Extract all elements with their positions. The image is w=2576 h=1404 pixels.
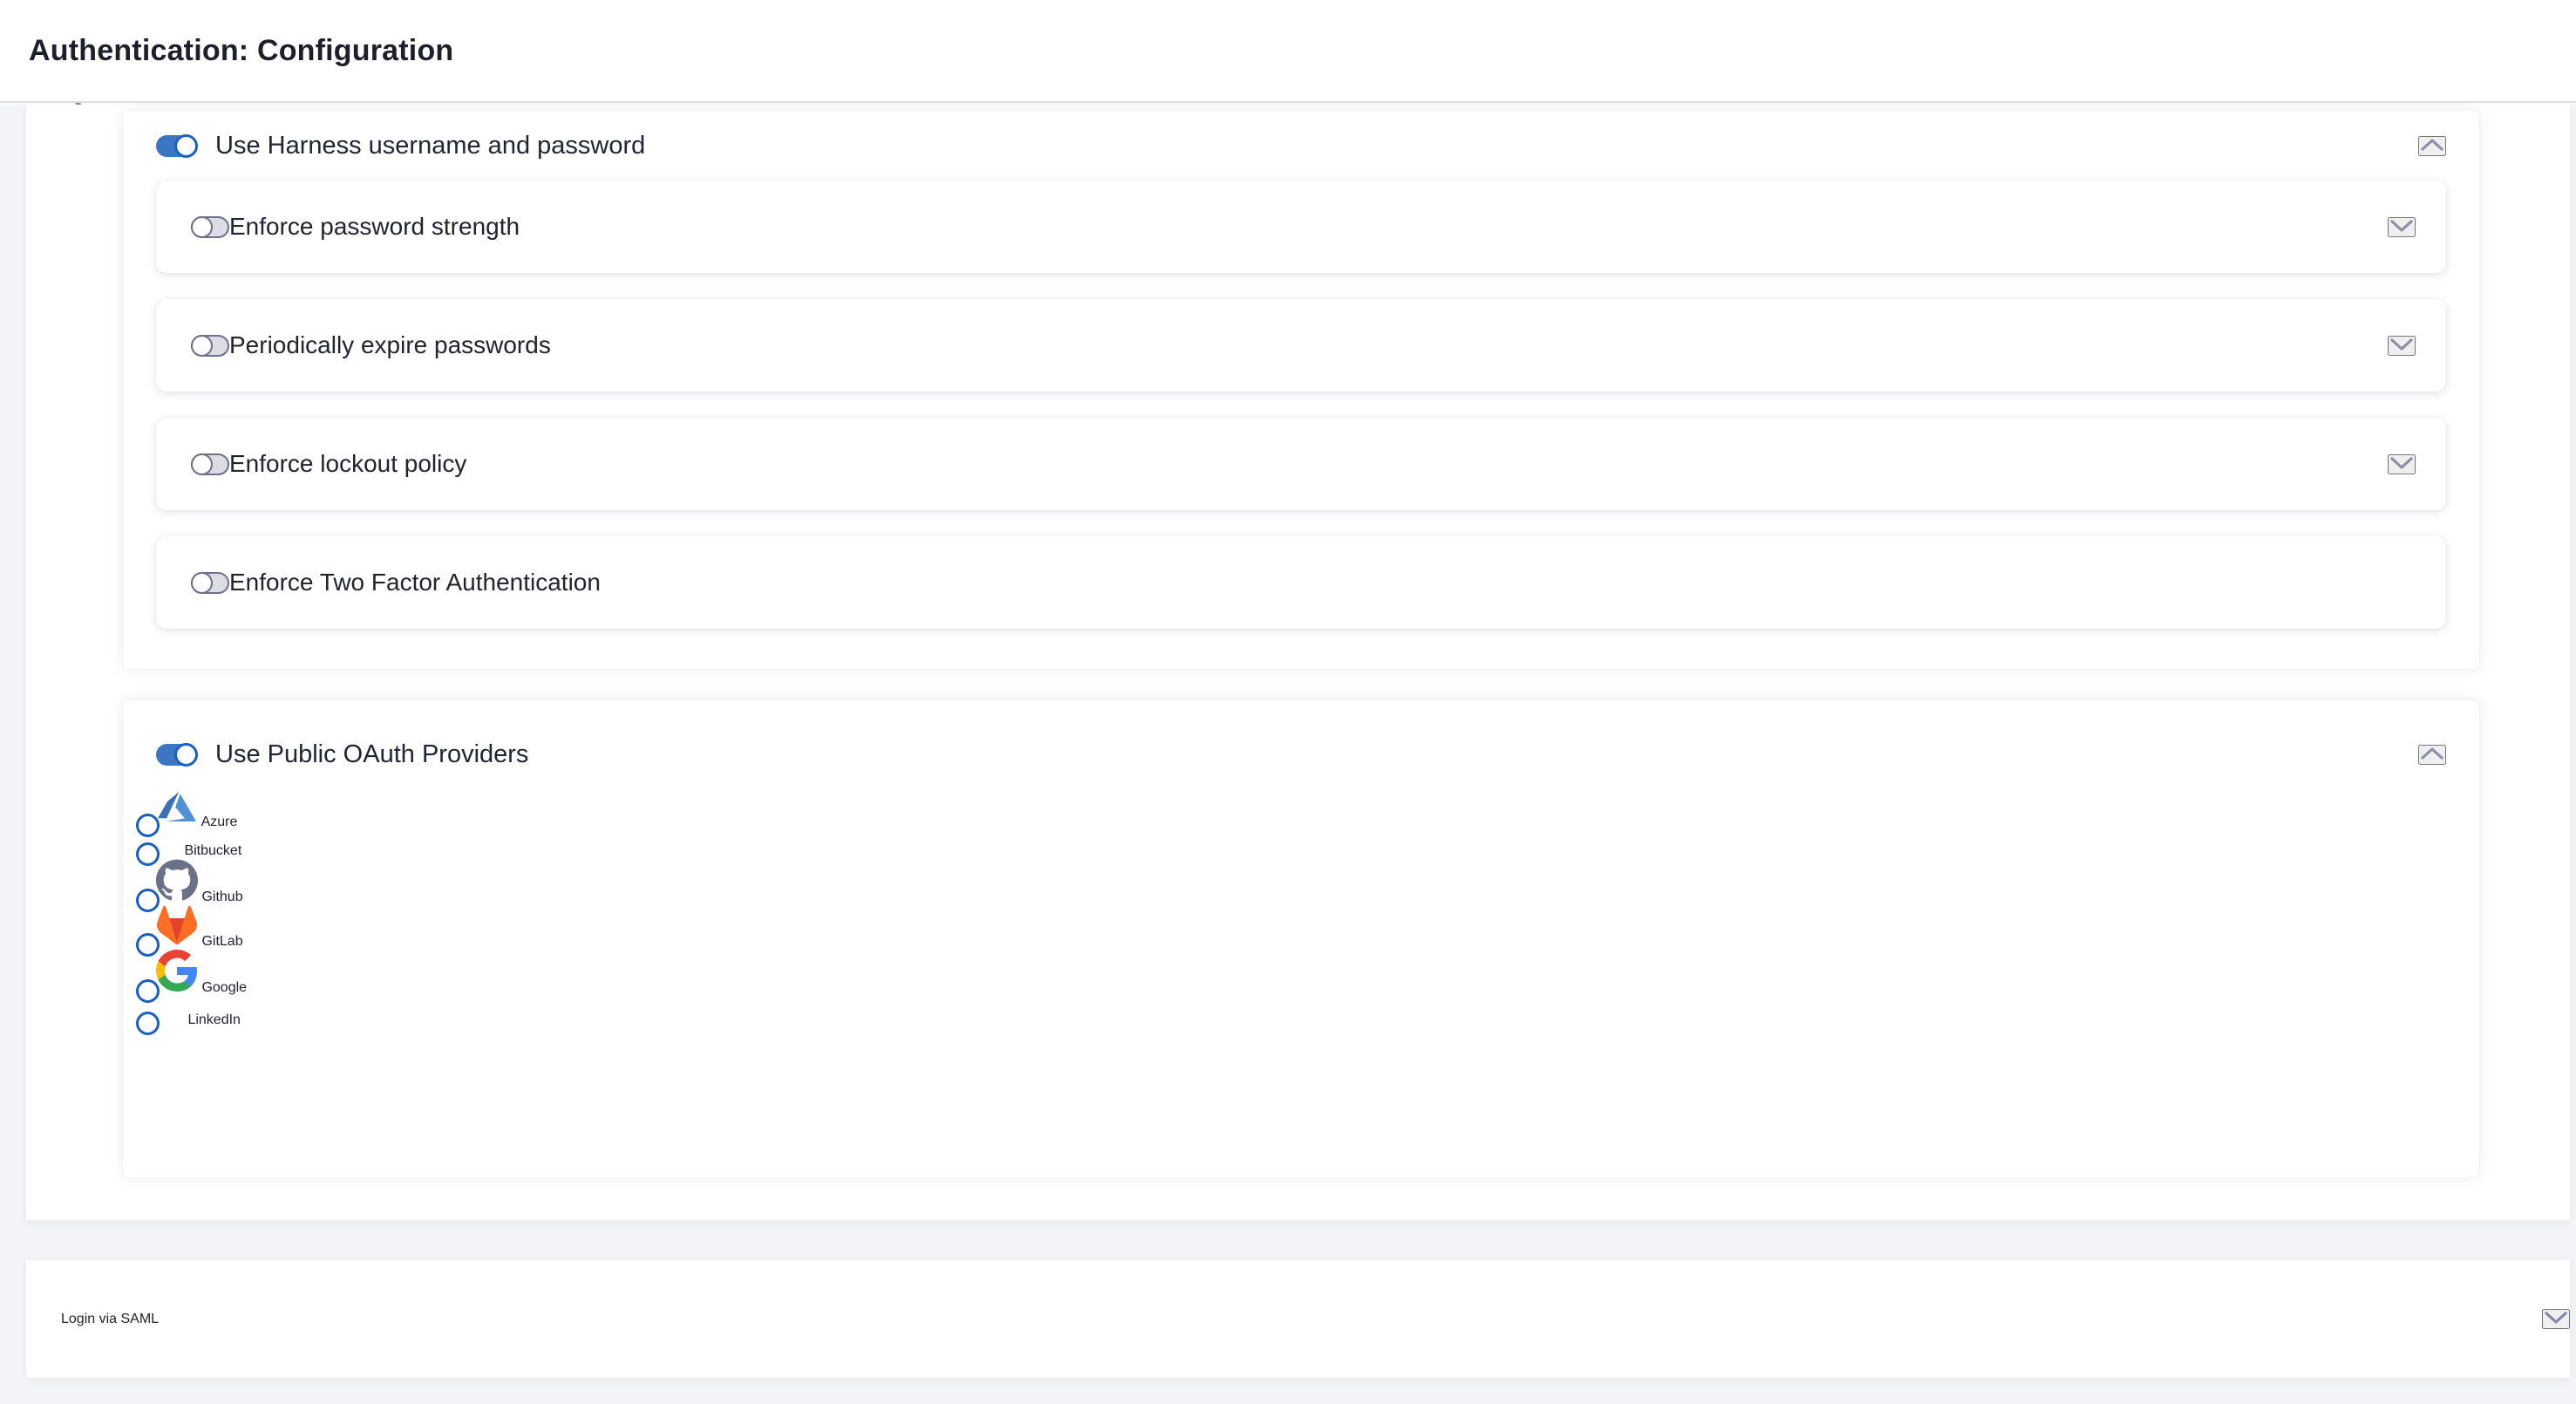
two-factor-toggle[interactable] [191, 572, 229, 594]
username-password-card: Use Harness username and password Enforc… [122, 110, 2480, 670]
saml-label: Login via SAML [61, 1312, 159, 1327]
authentication-configuration-page: { "header": { "title": "Authentication: … [0, 0, 2576, 1404]
chevron-down-icon [2389, 219, 2414, 233]
toggle-knob [136, 933, 160, 957]
toggle-knob [191, 453, 213, 475]
oauth-item-google: Google [156, 950, 2446, 996]
collapse-section-button[interactable] [2418, 745, 2446, 765]
azure-icon [156, 814, 201, 829]
option-row-expire-passwords: Periodically expire passwords [156, 299, 2446, 392]
expand-option-button[interactable] [2388, 217, 2416, 237]
provider-label: Bitbucket [184, 843, 241, 858]
toggle-knob [174, 134, 198, 158]
username-password-label: Use Harness username and password [215, 132, 645, 160]
provider-label: Google [201, 980, 247, 995]
expand-option-button[interactable] [2388, 454, 2416, 474]
provider-label: Azure [201, 814, 238, 829]
github-icon [156, 889, 201, 904]
lockout-policy-toggle[interactable] [191, 453, 229, 475]
option-label: Enforce lockout policy [229, 450, 466, 478]
toggle-knob [136, 979, 160, 1003]
oauth-item-github: Github [156, 859, 2446, 905]
chevron-down-icon [2389, 456, 2414, 470]
option-row-password-strength: Enforce password strength [156, 181, 2446, 273]
expand-option-button[interactable] [2388, 336, 2416, 356]
chevron-down-icon [2544, 1311, 2568, 1325]
collapse-section-button[interactable] [2418, 136, 2446, 156]
option-row-lockout-policy: Enforce lockout policy [156, 418, 2446, 510]
option-label: Enforce Two Factor Authentication [229, 569, 601, 596]
gitlab-icon [156, 934, 201, 949]
oauth-providers-card: Use Public OAuth Providers Azure [122, 699, 2480, 1178]
linkedin-icon [156, 1012, 187, 1027]
chevron-up-icon [2420, 746, 2444, 760]
expire-passwords-toggle[interactable] [191, 335, 229, 357]
oauth-item-bitbucket: Bitbucket [156, 830, 2446, 859]
expand-saml-button[interactable] [2542, 1309, 2570, 1329]
toggle-knob [136, 889, 160, 912]
provider-label: Github [201, 889, 242, 904]
username-password-header: Use Harness username and password [156, 111, 2446, 181]
oauth-item-linkedin: LinkedIn [156, 996, 2446, 1028]
page-header: Authentication: Configuration [0, 0, 2576, 103]
oauth-item-azure: Azure [156, 787, 2446, 830]
toggle-knob [191, 216, 213, 238]
oauth-header: Use Public OAuth Providers [156, 721, 2446, 787]
oauth-item-gitlab: GitLab [156, 905, 2446, 950]
toggle-knob [191, 335, 213, 357]
chevron-up-icon [2420, 138, 2444, 152]
username-password-toggle[interactable] [156, 135, 194, 157]
oauth-toggle[interactable] [156, 744, 194, 766]
saml-panel: Login via SAML [26, 1260, 2570, 1378]
page-title: Authentication: Configuration [29, 34, 453, 68]
toggle-knob [136, 1012, 160, 1035]
option-label: Enforce password strength [229, 213, 520, 241]
toggle-knob [136, 814, 160, 837]
provider-label: GitLab [201, 934, 242, 949]
toggle-knob [136, 842, 160, 866]
option-row-two-factor: Enforce Two Factor Authentication [156, 536, 2446, 629]
auth-settings-panel: Use Harness username and password Enforc… [26, 105, 2570, 1220]
toggle-knob [191, 572, 213, 594]
bitbucket-icon [156, 843, 184, 858]
chevron-down-icon [2389, 337, 2414, 351]
toggle-knob [174, 743, 198, 767]
oauth-label: Use Public OAuth Providers [215, 740, 528, 769]
content-area: Use Harness username and password Enforc… [0, 105, 2576, 1404]
password-strength-toggle[interactable] [191, 216, 229, 238]
provider-label: LinkedIn [187, 1012, 241, 1027]
oauth-provider-grid: Azure Bitbucket [156, 787, 2446, 1028]
google-icon [156, 980, 201, 995]
option-label: Periodically expire passwords [229, 331, 551, 359]
